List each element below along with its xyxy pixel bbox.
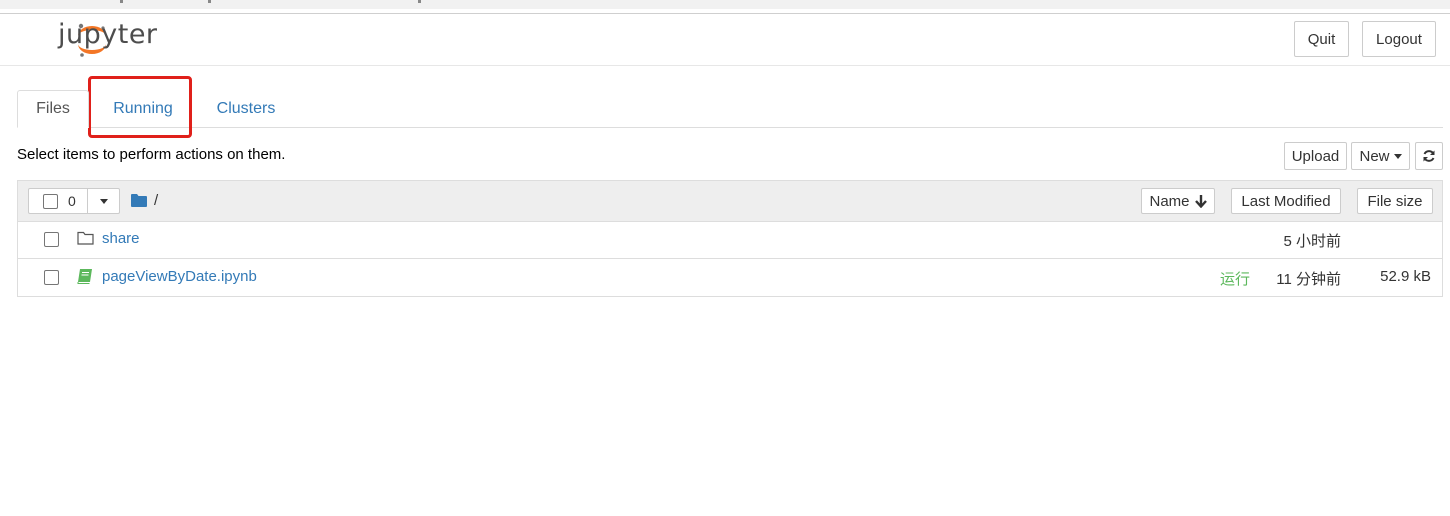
strip-mark [418,0,421,3]
sort-name-label: Name [1149,192,1190,210]
annotation-highlight-box [88,76,192,138]
item-name[interactable]: pageViewByDate.ipynb [102,268,257,285]
sort-last-modified-button[interactable]: Last Modified [1231,188,1341,214]
chevron-down-icon [1393,153,1402,159]
item-last-modified: 11 分钟前 [1276,271,1341,288]
selected-count: 0 [68,193,76,209]
notebook-icon [77,269,92,284]
refresh-button[interactable] [1415,142,1443,170]
tab-clusters[interactable]: Clusters [202,90,290,128]
browser-strip [0,0,1450,9]
logo-text[interactable]: jupyter [58,19,158,50]
breadcrumb[interactable]: / [131,192,158,209]
list-item[interactable]: pageViewByDate.ipynb 运行 11 分钟前 52.9 kB [18,259,1442,297]
file-list-header: 0 / Name Last Modified File size [18,181,1442,222]
select-all-group: 0 [28,188,120,214]
instruction-text: Select items to perform actions on them. [17,146,286,163]
breadcrumb-path[interactable]: / [154,192,158,209]
new-button[interactable]: New [1351,142,1410,170]
sort-file-size-button[interactable]: File size [1357,188,1433,214]
file-list: 0 / Name Last Modified File size share 5… [17,180,1443,297]
item-file-size: 52.9 kB [1380,268,1431,285]
select-all-checkbox[interactable]: 0 [28,188,88,214]
item-name[interactable]: share [102,230,140,247]
sort-name-button[interactable]: Name [1141,188,1215,214]
arrow-down-icon [1194,194,1207,208]
refresh-icon [1423,150,1435,162]
logout-button[interactable]: Logout [1362,21,1436,57]
item-checkbox[interactable] [44,232,59,247]
upload-button[interactable]: Upload [1284,142,1347,170]
new-button-label: New [1359,147,1390,165]
quit-button[interactable]: Quit [1294,21,1349,57]
list-item[interactable]: share 5 小时前 [18,221,1442,259]
item-last-modified: 5 小时前 [1283,233,1341,250]
tab-files[interactable]: Files [17,90,89,128]
chevron-down-icon [99,198,108,204]
top-divider [0,13,1450,14]
tabs-divider [17,127,1443,128]
item-checkbox[interactable] [44,270,59,285]
running-indicator: 运行 [1219,271,1250,288]
header-divider [0,65,1450,66]
select-dropdown-button[interactable] [88,188,120,214]
checkbox-icon [43,193,58,209]
strip-mark [208,0,211,3]
strip-mark [120,0,123,3]
folder-icon [77,231,94,245]
folder-icon [131,194,147,207]
